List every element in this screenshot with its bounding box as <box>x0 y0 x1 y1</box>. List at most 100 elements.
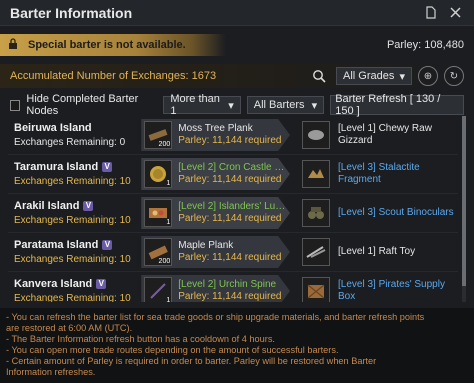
exchanges-remaining: Exchanges Remaining: 10 <box>14 176 131 187</box>
parley-required: Parley: 11,144 required <box>178 252 282 263</box>
info-panel: - You can refresh the barter list for se… <box>0 308 474 383</box>
item-slot <box>302 160 330 188</box>
barter-row[interactable]: Beiruwa Island Exchanges Remaining: 0 20… <box>8 116 458 155</box>
target-icon[interactable]: ⊕ <box>418 66 438 86</box>
item-slot: 200 <box>144 121 173 149</box>
window-title: Barter Information <box>10 4 133 21</box>
exchanges-remaining: Exchanges Remaining: 0 <box>14 137 126 148</box>
item-slot <box>302 199 330 227</box>
item-quantity: 1 <box>166 297 171 302</box>
info-line: - Certain amount of Parley is required i… <box>6 356 377 366</box>
receive-item[interactable]: [Level 1] Raft Toy <box>302 238 458 266</box>
give-item-name: [Level 2] Cron Castle … <box>178 162 285 173</box>
barter-list: Beiruwa Island Exchanges Remaining: 0 20… <box>8 116 458 302</box>
visited-badge: V <box>83 201 94 211</box>
give-item[interactable]: 200 Maple Plank Parley: 11,144 required <box>141 236 290 268</box>
barter-row[interactable]: Arakil Island V Exchanges Remaining: 10 1… <box>8 194 458 233</box>
give-item[interactable]: 1 [Level 2] Islanders' Lu… Parley: 11,14… <box>141 197 290 229</box>
info-line: - You can open more trade routes dependi… <box>6 345 339 355</box>
supply-box-icon <box>307 284 325 299</box>
barter-refresh-button[interactable]: Barter Refresh [ 130 / 150 ] <box>330 93 464 117</box>
parley-required: Parley: 11,144 required <box>178 291 282 302</box>
island-name: Arakil Island <box>14 200 80 212</box>
item-slot: 1 <box>144 160 173 188</box>
item-slot: 1 <box>144 277 173 302</box>
visited-badge: V <box>102 240 113 250</box>
count-select[interactable]: More than 1 ▾ <box>163 93 241 117</box>
scrollbar-thumb[interactable] <box>462 116 466 286</box>
binoculars-icon <box>308 207 324 219</box>
special-barter-notice: Special barter is not available. <box>0 34 226 56</box>
receive-item-name: [Level 3] Stalactite Fragment <box>338 162 420 185</box>
chevron-down-icon: ▾ <box>399 70 405 83</box>
refresh-icon[interactable]: ↻ <box>444 66 464 86</box>
visited-badge: V <box>102 162 113 172</box>
island-cell: Beiruwa Island Exchanges Remaining: 0 <box>8 122 141 148</box>
island-cell: Taramura Island V Exchanges Remaining: 10 <box>8 161 141 187</box>
island-name: Kanvera Island <box>14 278 93 290</box>
barter-window: Barter Information Special barter is not… <box>0 0 474 383</box>
give-item[interactable]: 1 [Level 2] Urchin Spine Parley: 11,144 … <box>141 275 290 302</box>
receive-item-name: [Level 1] Chewy Raw Gizzard <box>338 123 432 146</box>
item-slot <box>302 277 330 302</box>
hide-completed-checkbox[interactable] <box>10 99 21 111</box>
grade-select-value: All Grades <box>343 70 395 82</box>
island-cell: Kanvera Island V Exchanges Remaining: 10 <box>8 278 141 302</box>
give-item-name: Moss Tree Plank <box>178 123 253 134</box>
give-item-name: [Level 2] Urchin Spine <box>178 279 277 290</box>
info-line: - The Barter Information refresh button … <box>6 334 275 344</box>
receive-item[interactable]: [Level 3] Pirates' Supply Box <box>302 277 458 302</box>
search-icon[interactable] <box>312 69 326 83</box>
chevron-down-icon: ▾ <box>311 99 318 112</box>
receive-item[interactable]: [Level 3] Scout Binoculars <box>302 199 458 227</box>
close-icon[interactable] <box>446 4 464 22</box>
parley-required: Parley: 11,144 required <box>178 174 282 185</box>
visited-badge: V <box>96 279 107 289</box>
receive-item[interactable]: [Level 1] Chewy Raw Gizzard <box>302 121 458 149</box>
accumulated-bar: Accumulated Number of Exchanges: 1673 Al… <box>0 64 474 88</box>
parley-required: Parley: 11,144 required <box>178 213 282 224</box>
receive-item-name: [Level 3] Pirates' Supply Box <box>338 279 445 302</box>
lock-icon <box>8 37 18 53</box>
info-line: are restored at 6:00 AM (UTC). <box>6 323 133 333</box>
island-cell: Arakil Island V Exchanges Remaining: 10 <box>8 200 141 226</box>
item-slot <box>302 238 330 266</box>
give-item[interactable]: 200 Moss Tree Plank Parley: 11,144 requi… <box>141 119 290 151</box>
raft-toy-icon <box>306 246 326 258</box>
count-select-value: More than 1 <box>170 93 220 117</box>
barter-row[interactable]: Taramura Island V Exchanges Remaining: 10… <box>8 155 458 194</box>
grade-select[interactable]: All Grades ▾ <box>336 67 412 85</box>
receive-item[interactable]: [Level 3] Stalactite Fragment <box>302 160 458 188</box>
chevron-down-icon: ▾ <box>228 99 234 112</box>
gizzard-icon <box>308 130 324 140</box>
barter-row[interactable]: Paratama Island V Exchanges Remaining: 10… <box>8 233 458 272</box>
give-item[interactable]: 1 [Level 2] Cron Castle … Parley: 11,144… <box>141 158 290 190</box>
item-slot: 200 <box>144 238 173 266</box>
parley-required: Parley: 11,144 required <box>178 135 282 146</box>
island-name: Paratama Island <box>14 239 99 251</box>
exchanges-remaining: Exchanges Remaining: 10 <box>14 215 131 226</box>
barter-row[interactable]: Kanvera Island V Exchanges Remaining: 10 … <box>8 272 458 302</box>
island-cell: Paratama Island V Exchanges Remaining: 10 <box>8 239 141 265</box>
receive-item-name: [Level 1] Raft Toy <box>338 246 416 257</box>
notice-text: Special barter is not available. <box>28 39 186 51</box>
item-slot: 1 <box>144 199 173 227</box>
item-quantity: 1 <box>166 180 171 187</box>
exchanges-remaining: Exchanges Remaining: 10 <box>14 254 131 265</box>
barter-type-select-value: All Barters <box>253 99 305 111</box>
info-line: Information refreshes. <box>6 367 96 377</box>
island-name: Beiruwa Island <box>14 122 92 134</box>
list-scrollbar[interactable] <box>462 116 466 302</box>
item-slot <box>302 121 330 149</box>
barter-refresh-label: Barter Refresh [ 130 / 150 ] <box>335 93 441 117</box>
give-item-name: Maple Plank <box>178 240 234 251</box>
item-quantity: 1 <box>166 219 171 226</box>
info-line: - You can refresh the barter list for se… <box>6 312 425 322</box>
barter-type-select[interactable]: All Barters ▾ <box>246 96 325 114</box>
item-quantity: 200 <box>158 141 171 148</box>
item-quantity: 200 <box>158 258 171 265</box>
title-bar: Barter Information <box>0 0 474 26</box>
give-item-name: [Level 2] Islanders' Lu… <box>178 201 286 212</box>
receive-item-name: [Level 3] Scout Binoculars <box>338 207 454 218</box>
document-icon[interactable] <box>422 4 440 22</box>
